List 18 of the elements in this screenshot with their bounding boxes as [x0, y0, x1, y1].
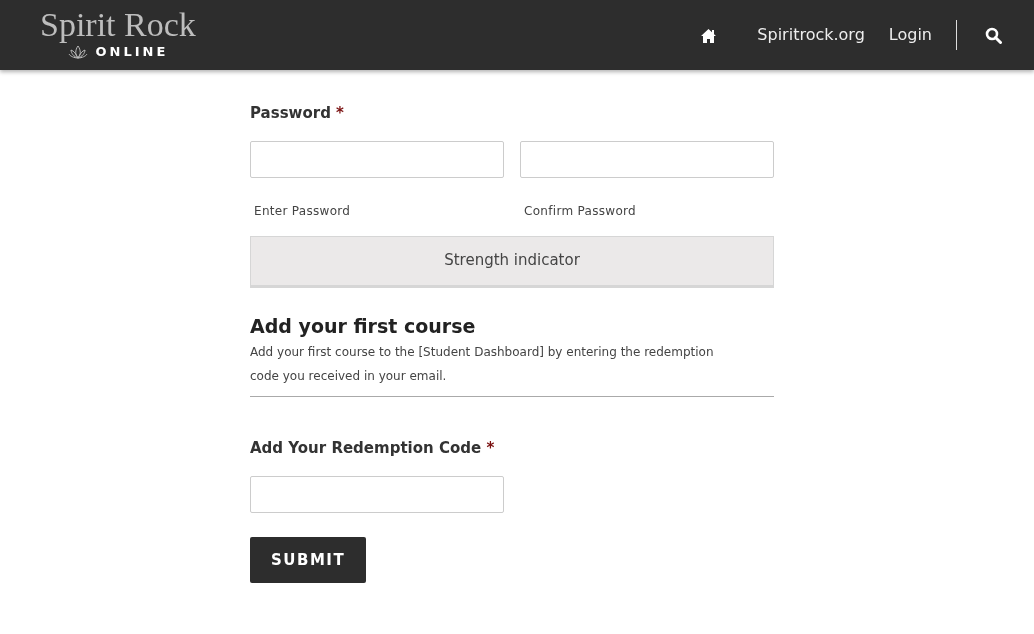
field-caption: Confirm Password	[523, 202, 637, 220]
field-caption: Enter Password	[253, 202, 352, 220]
lotus-icon	[67, 45, 88, 59]
nav-link[interactable]: Login	[888, 23, 932, 47]
field-label: Add Your Redemption Code *	[250, 438, 496, 459]
home-icon[interactable]	[700, 27, 718, 44]
password-field[interactable]	[520, 140, 774, 178]
field-label: Password *	[250, 103, 345, 124]
search-icon[interactable]	[985, 27, 1002, 44]
section-heading: Add your first course	[250, 313, 477, 339]
redemption-code-field[interactable]	[250, 475, 504, 513]
submit-button[interactable]: SUBMIT	[250, 536, 367, 583]
logo-title: Spirit Rock	[40, 8, 196, 43]
section-description: Add your first course to the [Student Dashboard] by entering the redemption code you received in your email.	[250, 344, 715, 385]
strength-indicator: Strength indicator	[250, 235, 774, 288]
logo-subtitle: ONLINE	[95, 43, 169, 62]
nav-link[interactable]: Spiritrock.org	[757, 23, 865, 47]
password-field[interactable]	[250, 140, 504, 178]
